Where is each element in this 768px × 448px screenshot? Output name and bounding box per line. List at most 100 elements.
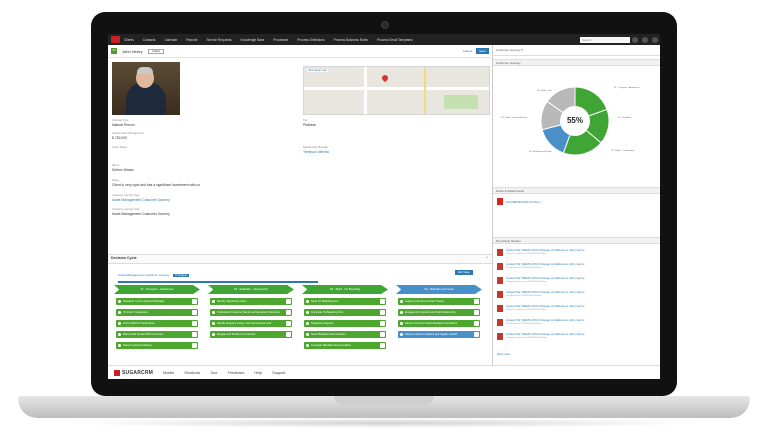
cancel-button[interactable]: Cancel xyxy=(463,49,472,53)
task-menu-icon[interactable] xyxy=(380,332,385,337)
task-item[interactable]: Research on firm and fund Manager xyxy=(116,298,198,305)
task-menu-icon[interactable] xyxy=(192,332,197,337)
task-item[interactable]: Send On Boarding form xyxy=(304,298,386,305)
task-label: Engage with investors and build relation… xyxy=(405,311,456,314)
sugar-logo-icon[interactable] xyxy=(111,36,120,43)
stream-item-meta: Temeyca Valenta on 07/06/2018 04:50pm xyxy=(506,337,547,339)
nav-item-reports[interactable]: Reports xyxy=(186,38,197,42)
task-item[interactable]: Regulatory Reports xyxy=(304,320,386,327)
task-item[interactable]: Advise Customer about Mandate Compliance xyxy=(398,320,480,327)
nav-item-contacts[interactable]: Contacts xyxy=(143,38,156,42)
task-menu-icon[interactable] xyxy=(192,310,197,315)
nav-item-knowledge-base[interactable]: Knowledge Base xyxy=(240,38,264,42)
relationship-manager-link[interactable]: Temeyca Valenta xyxy=(303,150,329,154)
stage-header[interactable]: 02 - Establish - Opportunity xyxy=(208,285,294,294)
edit-stage-button[interactable]: Edit Stage xyxy=(455,270,473,275)
nav-item-processes[interactable]: Processes xyxy=(273,38,288,42)
email-icon xyxy=(497,263,503,270)
task-item[interactable]: Engage and Present to Customer xyxy=(210,331,292,338)
task-menu-icon[interactable] xyxy=(380,321,385,326)
task-item[interactable]: Judge Fund plans Contact Person xyxy=(398,298,480,305)
task-item[interactable]: Send Mandate documentation xyxy=(304,331,386,338)
donut-label-prospect: 01 - Prospect - Awareness xyxy=(614,87,640,89)
task-item[interactable]: Understand Customer Needs and Expected O… xyxy=(210,309,292,316)
task-item[interactable]: Complete Mandate Documentation xyxy=(304,342,386,349)
stream-item[interactable]: Linked FW: DEMO-0704 Change of Address t… xyxy=(497,290,657,300)
task-item[interactable]: Identify Opportunity Team xyxy=(210,298,292,305)
notifications-icon[interactable] xyxy=(632,36,638,43)
journey-tags-link[interactable]: Asset Management Customer Journey xyxy=(112,198,170,202)
stream-item[interactable]: Linked FW: DEMO-0704 Change of Address t… xyxy=(497,248,657,258)
task-item[interactable]: Invite CMS for Presentation xyxy=(116,320,198,327)
task-item[interactable]: On-Fund Comparison xyxy=(116,309,198,316)
stream-item[interactable]: Linked FW: DEMO-0704 Change of Address t… xyxy=(497,318,657,328)
task-item[interactable]: Engage with investors and build relation… xyxy=(398,309,480,316)
stage-header[interactable]: 03 - Build - On Boarding xyxy=(302,285,388,294)
stream-item-title[interactable]: Linked FW: DEMO-0704 Change of Address t… xyxy=(506,318,585,322)
task-menu-icon[interactable] xyxy=(286,332,291,337)
footer-help[interactable]: Help xyxy=(254,371,262,375)
task-menu-icon[interactable] xyxy=(192,321,197,326)
stream-item-title[interactable]: Linked FW: DEMO-0704 Change of Address t… xyxy=(506,248,585,252)
stream-item-title[interactable]: Linked FW: DEMO-0704 Change of Address t… xyxy=(506,276,585,280)
save-button[interactable]: Save xyxy=(476,48,489,54)
address-map[interactable]: View larger map xyxy=(303,66,490,115)
task-item[interactable]: Setup Customer Updates and regular conta… xyxy=(398,331,480,338)
stream-item-title[interactable]: Linked FW: DEMO-0704 Change of Address t… xyxy=(506,332,585,336)
task-menu-icon[interactable] xyxy=(380,343,385,348)
footer-feedback[interactable]: Feedback xyxy=(228,371,245,375)
note-file-link[interactable]: FICA08/03/2018 02:15pm xyxy=(506,200,540,204)
task-menu-icon[interactable] xyxy=(380,310,385,315)
footer-shortcuts[interactable]: Shortcuts xyxy=(184,371,200,375)
task-menu-icon[interactable] xyxy=(380,299,385,304)
nav-item-process-definitions[interactable]: Process Definitions xyxy=(297,38,324,42)
dashboard-selector[interactable]: Customer Journey ▾ xyxy=(493,45,660,56)
task-menu-icon[interactable] xyxy=(286,310,291,315)
view-larger-map-link[interactable]: View larger map xyxy=(307,69,328,72)
email-icon xyxy=(497,319,503,326)
email-icon xyxy=(497,291,503,298)
search-input[interactable]: Search xyxy=(580,36,630,43)
task-item[interactable]: Identify targeted, scope, and risk toler… xyxy=(210,320,292,327)
plus-icon[interactable] xyxy=(652,36,658,43)
nav-item-process-email-templates[interactable]: Process Email Templates xyxy=(377,38,413,42)
stream-item-title[interactable]: Linked FW: DEMO-0704 Change of Address t… xyxy=(506,262,585,266)
user-avatar-icon[interactable] xyxy=(642,36,648,43)
stream-item[interactable]: Linked FW: DEMO-0704 Change of Address t… xyxy=(497,304,657,314)
stage-header[interactable]: 04 - Maintain and Grow xyxy=(396,285,482,294)
stream-item[interactable]: Linked FW: DEMO-0704 Change of Address t… xyxy=(497,276,657,286)
assets-label: Assets Under Management xyxy=(112,132,144,135)
task-menu-icon[interactable] xyxy=(286,321,291,326)
footer-support[interactable]: Support xyxy=(272,371,285,375)
task-menu-icon[interactable] xyxy=(474,321,479,326)
stream-item-title[interactable]: Linked FW: DEMO-0704 Change of Address t… xyxy=(506,290,585,294)
collapse-caret-icon[interactable]: ^ xyxy=(486,256,488,260)
stream-item-title[interactable]: Linked FW: DEMO-0704 Change of Address t… xyxy=(506,304,585,308)
decision-cycle-header[interactable]: Decision Cycle ^ xyxy=(108,254,492,264)
nav-item-process-business-rules[interactable]: Process Business Rules xyxy=(334,38,368,42)
stream-item[interactable]: Linked FW: DEMO-0704 Change of Address t… xyxy=(497,262,657,272)
task-menu-icon[interactable] xyxy=(192,343,197,348)
task-label: Send On Boarding form xyxy=(311,300,339,303)
task-menu-icon[interactable] xyxy=(474,299,479,304)
task-label: Complete On Boarding form xyxy=(311,311,344,314)
task-menu-icon[interactable] xyxy=(192,299,197,304)
footer-tour[interactable]: Tour xyxy=(210,371,217,375)
task-item[interactable]: Setup Customer Meeting xyxy=(116,342,198,349)
note-item[interactable]: FICA08/03/2018 02:15pm xyxy=(497,198,540,205)
nav-item-clients[interactable]: Clients xyxy=(124,38,134,42)
footer-mobile[interactable]: Mobile xyxy=(163,371,174,375)
task-menu-icon[interactable] xyxy=(286,299,291,304)
stream-item[interactable]: Linked FW: DEMO-0704 Change of Address t… xyxy=(497,332,657,342)
more-posts-link[interactable]: More posts... xyxy=(497,353,512,356)
nav-item-service-requests[interactable]: Service Requests xyxy=(206,38,231,42)
task-item[interactable]: Make initial Contact With Customer xyxy=(116,331,198,338)
nav-item-calendar[interactable]: Calendar xyxy=(164,38,177,42)
follow-button[interactable]: Follow xyxy=(148,48,164,54)
stream-item-meta: Temeyca Valenta on 07/06/2018 04:50pm xyxy=(506,281,547,283)
journey-link[interactable]: Asset Management Customer Journey xyxy=(118,273,169,277)
task-menu-icon[interactable] xyxy=(474,310,479,315)
stage-header[interactable]: 01 - Prospect - Awareness xyxy=(114,285,200,294)
task-menu-icon[interactable] xyxy=(474,332,479,337)
task-item[interactable]: Complete On Boarding form xyxy=(304,309,386,316)
